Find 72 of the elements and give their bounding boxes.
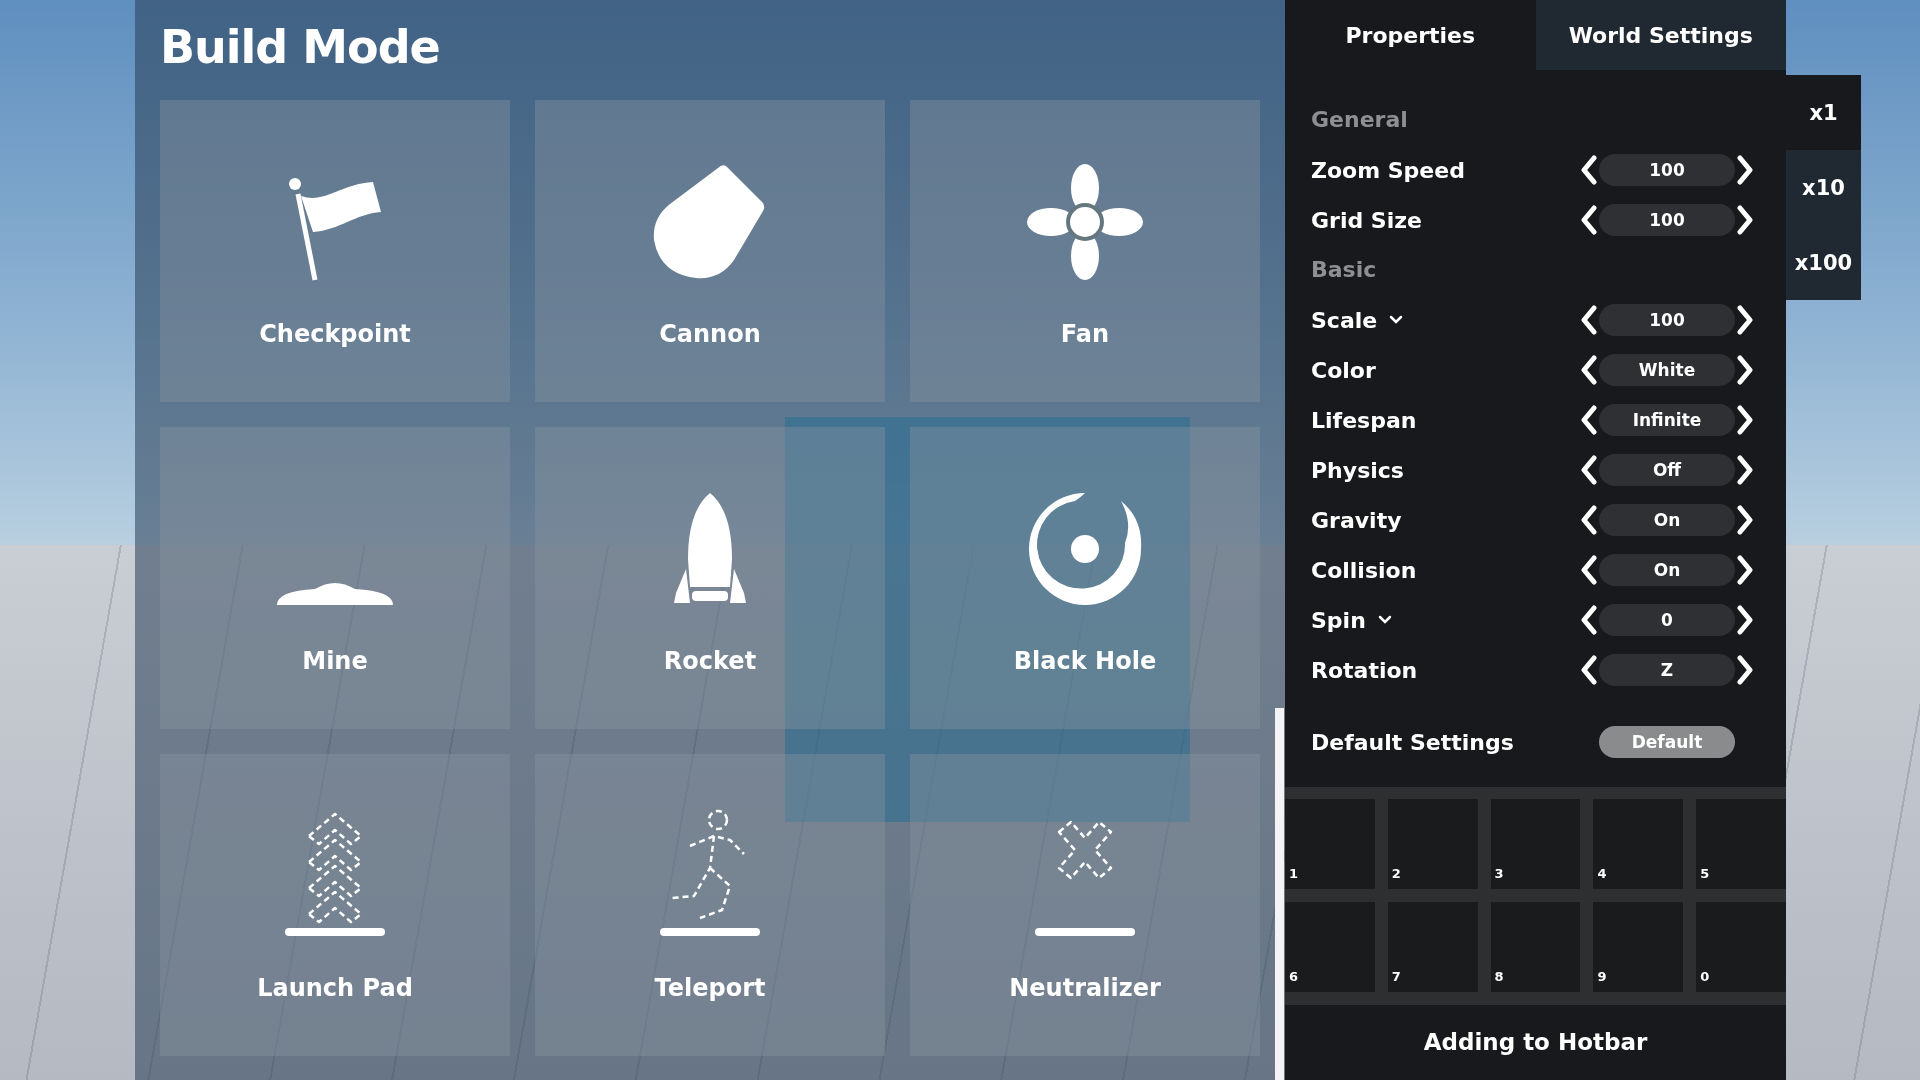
item-tile[interactable]: Rocket bbox=[535, 427, 885, 729]
chevron-right-icon[interactable] bbox=[1735, 505, 1755, 535]
item-tile[interactable]: Cannon bbox=[535, 100, 885, 402]
fan-icon bbox=[1025, 162, 1145, 282]
item-tile[interactable]: Neutralizer bbox=[910, 754, 1260, 1056]
value-field: Off bbox=[1599, 454, 1735, 486]
chevron-left-icon[interactable] bbox=[1579, 605, 1599, 635]
hotbar-slot[interactable]: 0 bbox=[1696, 902, 1786, 992]
panel-title: Build Mode bbox=[160, 19, 441, 76]
hotbar-slot[interactable]: 5 bbox=[1696, 799, 1786, 889]
setting-label: Rotation bbox=[1311, 657, 1418, 683]
value-field: White bbox=[1599, 354, 1735, 386]
value-field: Z bbox=[1599, 654, 1735, 686]
chevron-left-icon[interactable] bbox=[1579, 305, 1599, 335]
multiplier-tab[interactable]: x1 bbox=[1786, 75, 1861, 150]
item-tile[interactable]: Checkpoint bbox=[160, 100, 510, 402]
item-tile[interactable]: Launch Pad bbox=[160, 754, 510, 1056]
setting-label: Spin bbox=[1311, 607, 1366, 633]
chevron-right-icon[interactable] bbox=[1735, 555, 1755, 585]
chevron-right-icon[interactable] bbox=[1735, 355, 1755, 385]
item-tile[interactable]: Fan bbox=[910, 100, 1260, 402]
hotbar-slot[interactable]: 8 bbox=[1490, 902, 1581, 992]
chevron-left-icon[interactable] bbox=[1579, 505, 1599, 535]
setting-label: Default Settings bbox=[1311, 729, 1514, 755]
chevron-left-icon[interactable] bbox=[1579, 655, 1599, 685]
chevron-right-icon[interactable] bbox=[1735, 405, 1755, 435]
value-field: 0 bbox=[1599, 604, 1735, 636]
chevron-left-icon[interactable] bbox=[1579, 405, 1599, 435]
chevron-left-icon[interactable] bbox=[1579, 155, 1599, 185]
value-field: 100 bbox=[1599, 204, 1735, 236]
hotbar-slot[interactable]: 3 bbox=[1490, 799, 1581, 889]
setting-label: Collision bbox=[1311, 557, 1417, 583]
setting-label: Color bbox=[1311, 357, 1376, 383]
hotbar-slot[interactable]: 1 bbox=[1285, 799, 1375, 889]
setting-label: Lifespan bbox=[1311, 407, 1417, 433]
chevron-right-icon[interactable] bbox=[1735, 205, 1755, 235]
chevron-right-icon[interactable] bbox=[1735, 155, 1755, 185]
hotbar-slot[interactable]: 9 bbox=[1593, 902, 1684, 992]
value-field: On bbox=[1599, 504, 1735, 536]
chevron-left-icon[interactable] bbox=[1579, 555, 1599, 585]
chevron-left-icon[interactable] bbox=[1579, 455, 1599, 485]
value-field: On bbox=[1599, 554, 1735, 586]
value-field: Infinite bbox=[1599, 404, 1735, 436]
hotbar-caption: Adding to Hotbar bbox=[1422, 1028, 1649, 1057]
chevron-down-icon[interactable] bbox=[1389, 315, 1404, 325]
hotbar-slot[interactable]: 7 bbox=[1387, 902, 1478, 992]
hotbar-slot[interactable]: 6 bbox=[1285, 902, 1375, 992]
chevron-right-icon[interactable] bbox=[1735, 655, 1755, 685]
chevron-right-icon[interactable] bbox=[1735, 605, 1755, 635]
multiplier-tab[interactable]: x10 bbox=[1786, 150, 1861, 225]
chevron-right-icon[interactable] bbox=[1735, 305, 1755, 335]
setting-label: Physics bbox=[1311, 457, 1404, 483]
value-field: 100 bbox=[1599, 304, 1735, 336]
item-tile[interactable]: Teleport bbox=[535, 754, 885, 1056]
multiplier-tab[interactable]: x100 bbox=[1786, 225, 1861, 300]
section-heading: Basic bbox=[1311, 256, 1378, 284]
value-field: 100 bbox=[1599, 154, 1735, 186]
setting-label: Gravity bbox=[1311, 507, 1402, 533]
tab[interactable]: World Settings bbox=[1535, 0, 1786, 70]
hotbar-slot[interactable]: 2 bbox=[1387, 799, 1478, 889]
chevron-left-icon[interactable] bbox=[1579, 205, 1599, 235]
chevron-down-icon[interactable] bbox=[1377, 615, 1392, 625]
chevron-right-icon[interactable] bbox=[1735, 455, 1755, 485]
item-tile[interactable]: Black Hole bbox=[910, 427, 1260, 729]
hotbar-slot[interactable]: 4 bbox=[1593, 799, 1684, 889]
setting-label: Grid Size bbox=[1311, 207, 1422, 233]
scrollbar-thumb[interactable] bbox=[1275, 708, 1284, 1080]
item-tile[interactable]: Mine bbox=[160, 427, 510, 729]
setting-label: Zoom Speed bbox=[1311, 157, 1465, 183]
section-heading: General bbox=[1311, 106, 1409, 134]
chevron-left-icon[interactable] bbox=[1579, 355, 1599, 385]
setting-label: Scale bbox=[1311, 307, 1378, 333]
